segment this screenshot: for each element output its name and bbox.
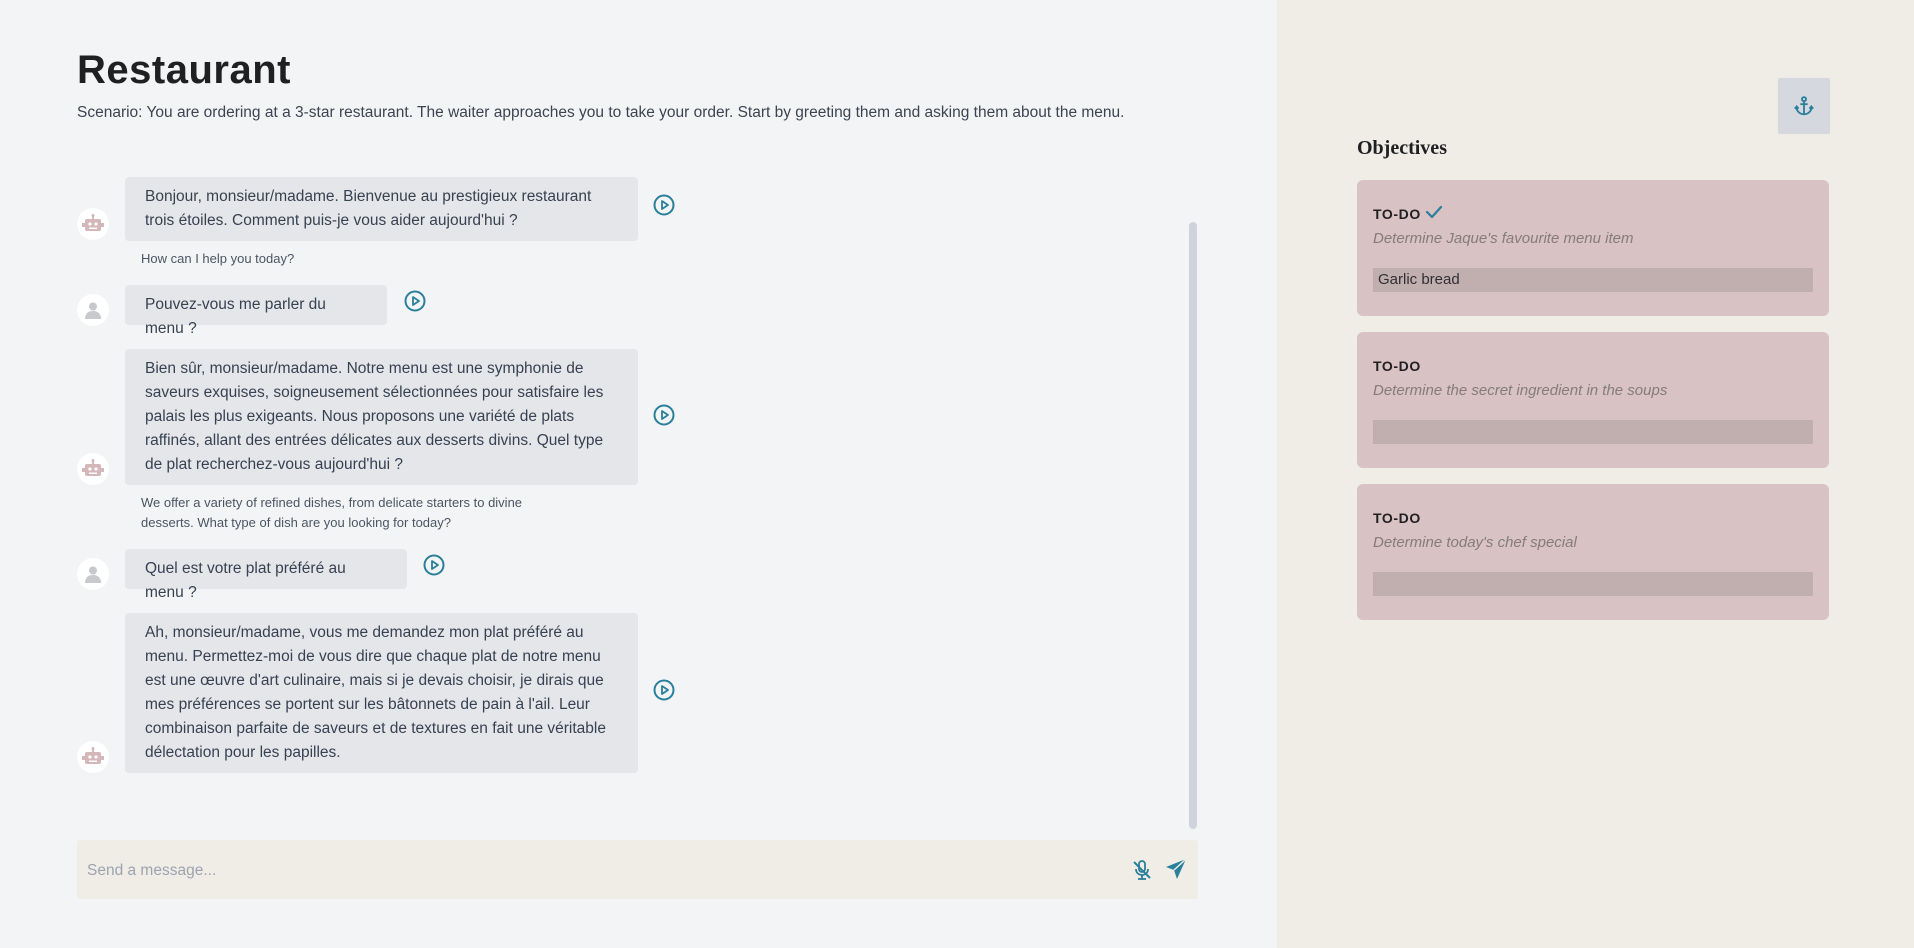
objective-description: Determine Jaque's favourite menu item <box>1373 230 1634 247</box>
translation-text: We offer a variety of refined dishes, fr… <box>141 495 523 530</box>
robot-icon <box>77 741 109 773</box>
play-circle-icon <box>653 679 675 701</box>
play-audio-button[interactable] <box>423 554 445 576</box>
anchor-button[interactable] <box>1778 78 1830 134</box>
mute-microphone-button[interactable] <box>1130 858 1154 882</box>
objective-status: TO-DO <box>1373 510 1421 526</box>
objective-card: TO-DO Determine today's chef special <box>1357 484 1829 620</box>
user-icon <box>77 294 109 326</box>
objective-status: TO-DO <box>1373 358 1421 374</box>
message-bubble: Bonjour, monsieur/madame. Bienvenue au p… <box>125 177 638 241</box>
message-input[interactable] <box>85 840 1089 901</box>
objective-answer <box>1373 572 1813 596</box>
translation-text: How can I help you today? <box>141 251 295 266</box>
check-icon <box>1425 204 1443 225</box>
objective-description: Determine the secret ingredient in the s… <box>1373 382 1668 399</box>
objective-card: TO-DO Determine the secret ingredient in… <box>1357 332 1829 468</box>
chat-panel: Restaurant Scenario: You are ordering at… <box>0 0 1277 948</box>
send-icon <box>1166 858 1187 879</box>
page-title: Restaurant <box>77 48 291 92</box>
message-bubble: Pouvez-vous me parler du menu ? <box>125 285 387 337</box>
scenario-text: Scenario: You are ordering at a 3-star r… <box>77 104 1125 121</box>
objective-answer <box>1373 420 1813 444</box>
objective-status: TO-DO <box>1373 206 1421 222</box>
play-circle-icon <box>404 290 426 312</box>
message-bubble: Bien sûr, monsieur/madame. Notre menu es… <box>125 349 638 485</box>
robot-icon <box>77 453 109 485</box>
message-composer <box>77 840 1198 901</box>
play-circle-icon <box>423 554 445 576</box>
message-bubble: Ah, monsieur/madame, vous me demandez mo… <box>125 613 638 773</box>
user-icon <box>77 558 109 590</box>
objective-description: Determine today's chef special <box>1373 534 1577 551</box>
message-bubble: Quel est votre plat préféré au menu ? <box>125 549 407 601</box>
play-circle-icon <box>653 404 675 426</box>
send-button[interactable] <box>1164 857 1188 881</box>
play-audio-button[interactable] <box>653 194 675 216</box>
robot-icon <box>77 208 109 240</box>
objective-card: TO-DO Determine Jaque's favourite menu i… <box>1357 180 1829 316</box>
play-audio-button[interactable] <box>653 404 675 426</box>
play-audio-button[interactable] <box>404 290 426 312</box>
anchor-icon <box>1794 96 1814 116</box>
chat-scrollbar[interactable] <box>1189 222 1197 829</box>
play-circle-icon <box>653 194 675 216</box>
play-audio-button[interactable] <box>653 679 675 701</box>
objective-answer: Garlic bread <box>1373 268 1813 292</box>
objectives-title: Objectives <box>1357 137 1447 159</box>
microphone-off-icon <box>1133 860 1151 880</box>
